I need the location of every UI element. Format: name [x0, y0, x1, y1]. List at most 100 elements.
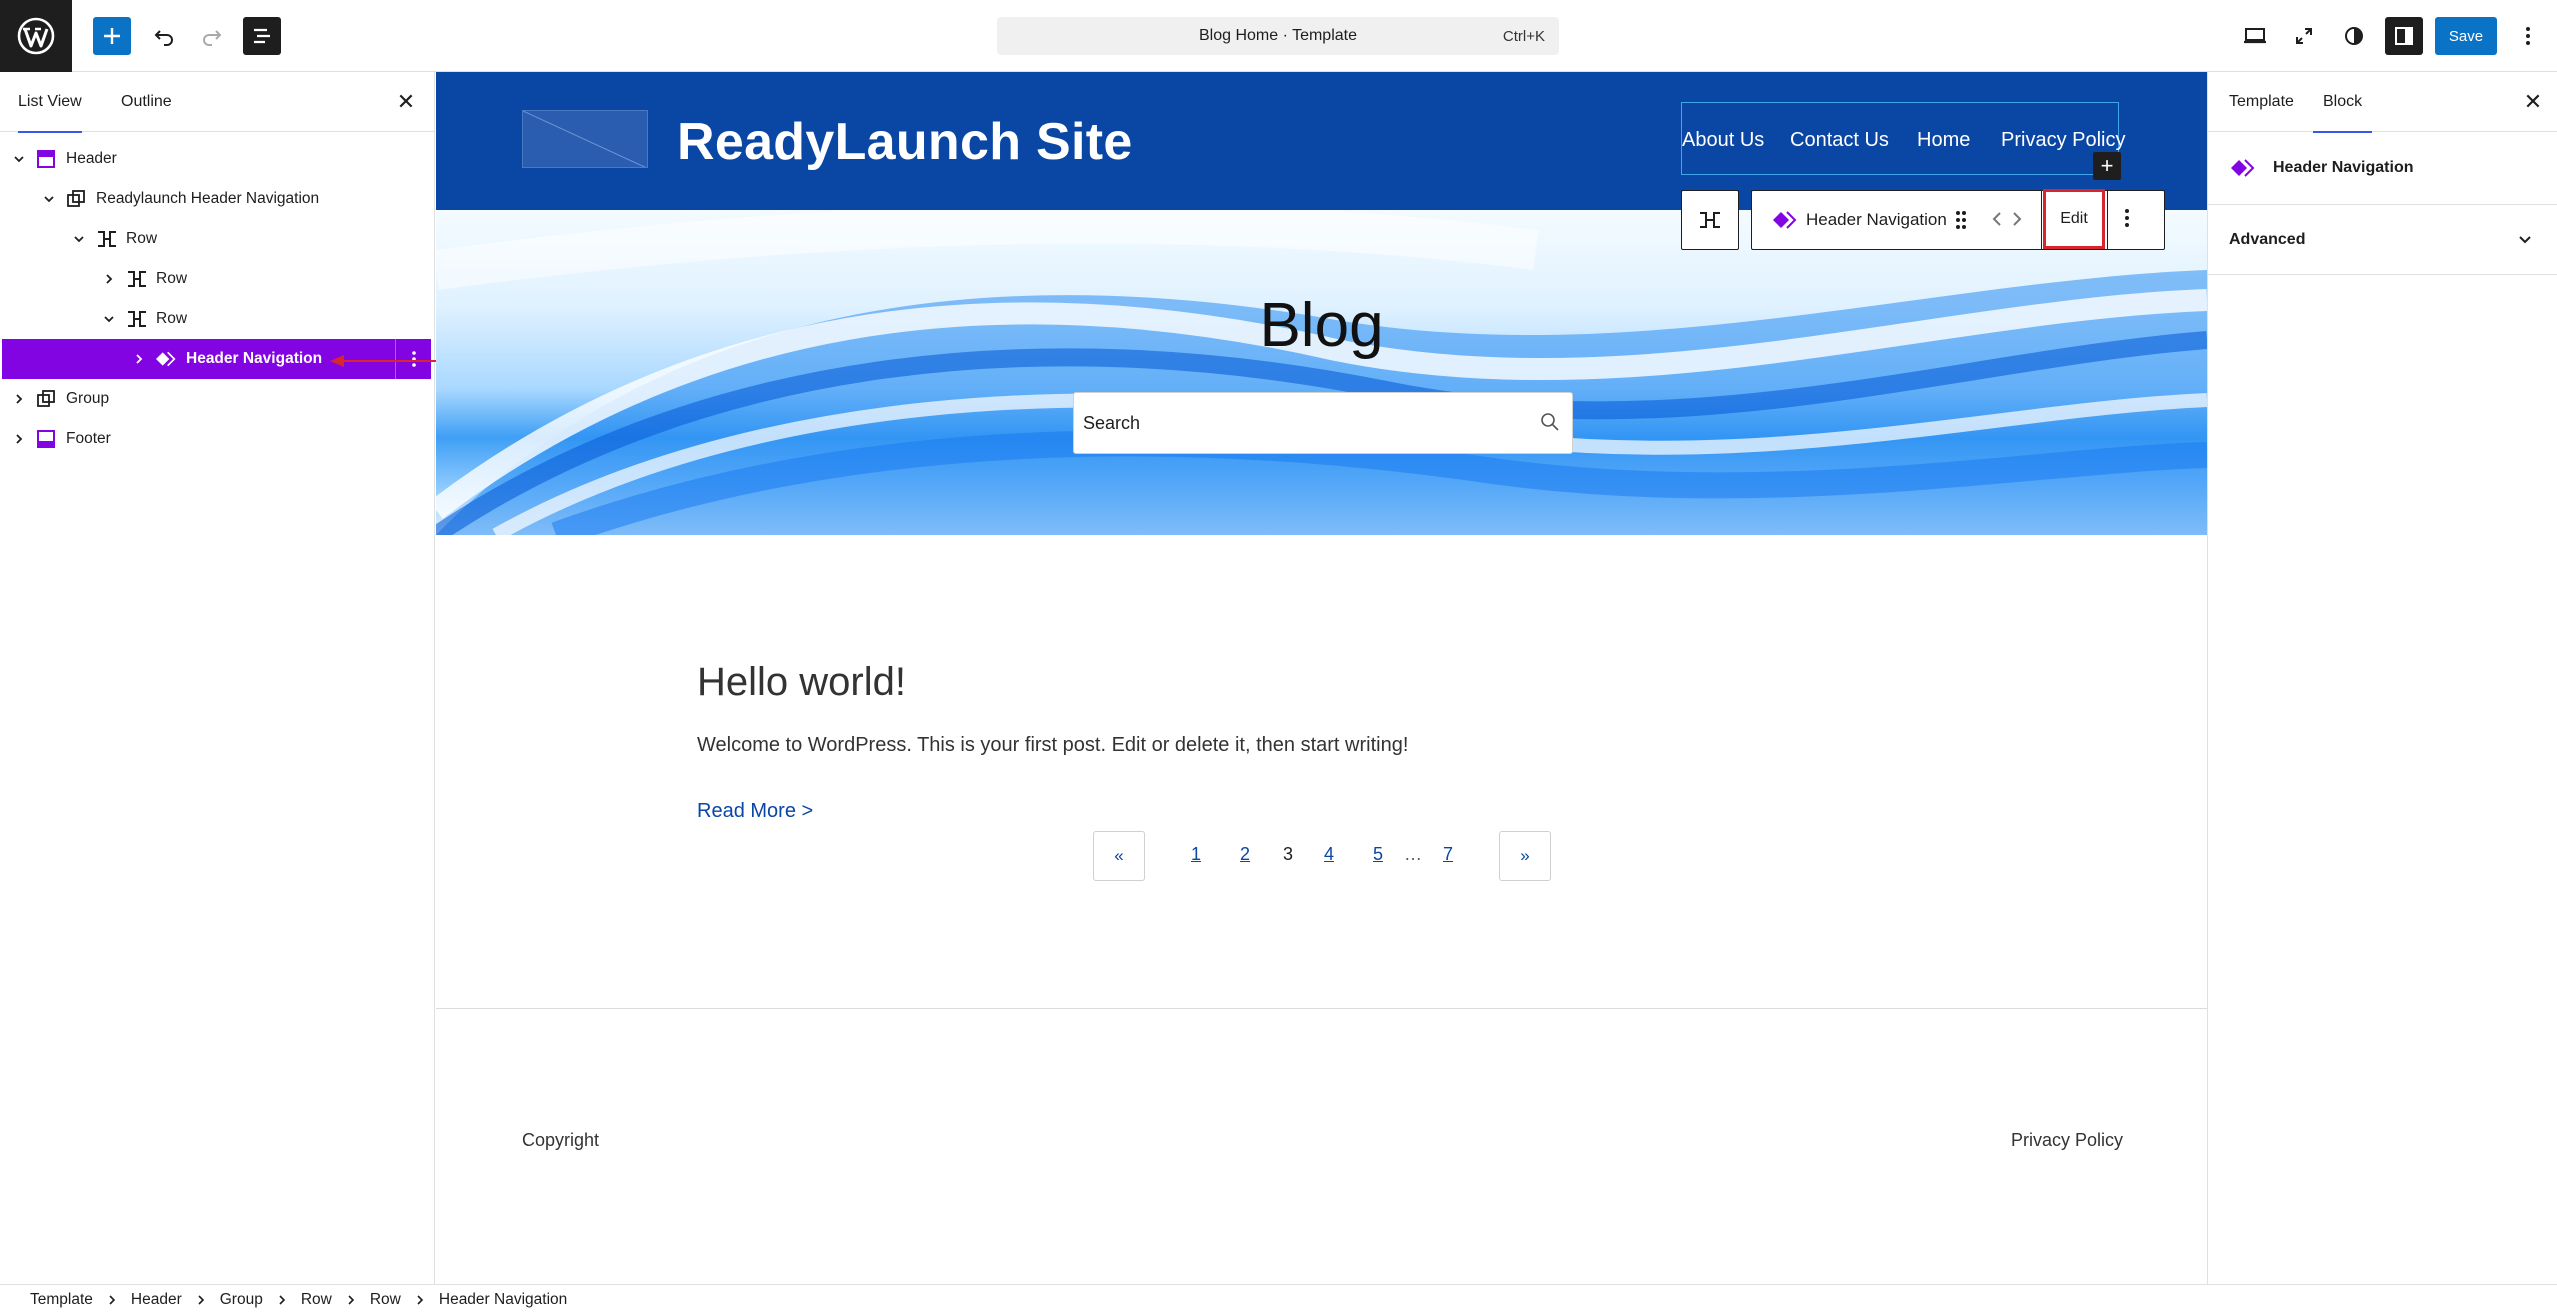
chevron-down-icon[interactable] [12, 152, 26, 166]
breadcrumb: Template Header Group Row Row Header Nav… [0, 1284, 2557, 1315]
chevron-down-icon[interactable] [72, 232, 86, 246]
footer-privacy-link[interactable]: Privacy Policy [2011, 1130, 2123, 1151]
desktop-preview-icon[interactable] [2236, 17, 2274, 55]
toolbar-divider [2041, 191, 2042, 249]
tab-template[interactable]: Template [2229, 72, 2294, 132]
chevron-right-icon[interactable] [102, 272, 116, 286]
tree-item-footer[interactable]: Footer [2, 419, 431, 459]
save-button[interactable]: Save [2435, 17, 2497, 55]
options-menu-icon[interactable] [2509, 17, 2547, 55]
tree-item-label: Header Navigation [186, 350, 323, 367]
search-placeholder: Search [1083, 412, 1141, 433]
drag-handle-icon[interactable] [1955, 209, 1967, 236]
command-palette-button[interactable]: Blog Home · Template Ctrl+K [997, 17, 1559, 55]
footer-divider [436, 1008, 2207, 1009]
block-card-title: Header Navigation [2273, 159, 2414, 176]
search-input[interactable]: Search [1073, 392, 1573, 454]
chevron-right-icon[interactable] [12, 392, 26, 406]
undo-button[interactable] [145, 17, 183, 55]
styles-contrast-icon[interactable] [2335, 17, 2373, 55]
settings-sidebar-toggle-icon[interactable] [2385, 17, 2423, 55]
tree-item-row[interactable]: Row [2, 299, 431, 339]
footer-copyright[interactable]: Copyright [522, 1130, 599, 1151]
move-arrows-icon[interactable] [1990, 207, 2024, 237]
breadcrumb-item[interactable]: Header Navigation [439, 1291, 567, 1309]
read-more-link[interactable]: Read More > [697, 800, 813, 823]
pagination-page[interactable]: 1 [1191, 844, 1201, 865]
pagination-ellipsis: … [1404, 844, 1422, 864]
tree-item-label: Header [66, 150, 117, 167]
row-icon [96, 229, 116, 249]
site-title[interactable]: ReadyLaunch Site [677, 112, 1133, 172]
tree-item-row[interactable]: Row [2, 259, 431, 299]
breadcrumb-item[interactable]: Row [301, 1291, 332, 1309]
breadcrumb-item[interactable]: Header [131, 1291, 182, 1309]
site-logo-placeholder[interactable] [522, 110, 648, 168]
blog-title[interactable]: Blog [436, 290, 2207, 361]
row-icon [126, 309, 146, 329]
right-panel-tabs: Template Block ✕ [2208, 72, 2557, 133]
nav-item-about-us[interactable]: About Us [1682, 129, 1764, 152]
tree-item-label: Row [126, 230, 158, 247]
add-block-button[interactable] [93, 17, 131, 55]
tree-item-label: Readylaunch Header Navigation [96, 190, 320, 207]
list-view-panel: List View Outline ✕ Header Readylaunch H… [0, 72, 435, 1284]
block-toolbar-name[interactable]: Header Navigation [1806, 210, 1947, 230]
tree-item-row[interactable]: Row [2, 219, 431, 259]
diamond-block-icon [156, 349, 176, 369]
close-icon[interactable]: ✕ [2520, 89, 2546, 115]
tree-item-group[interactable]: Group [2, 379, 431, 419]
edit-button[interactable]: Edit [2043, 189, 2105, 249]
search-icon[interactable] [1540, 412, 1560, 437]
post-excerpt[interactable]: Welcome to WordPress. This is your first… [697, 734, 1408, 757]
toolbar-divider [2107, 191, 2108, 249]
tree-item-header[interactable]: Header [2, 139, 431, 179]
fullscreen-icon[interactable] [2285, 17, 2323, 55]
tab-outline[interactable]: Outline [121, 72, 172, 132]
chevron-right-icon[interactable] [132, 352, 146, 366]
pagination-current-page: 3 [1283, 844, 1294, 864]
chevron-right-icon[interactable] [12, 432, 26, 446]
pagination-page[interactable]: 5 [1373, 844, 1383, 865]
advanced-panel-toggle[interactable]: Advanced [2208, 205, 2557, 275]
redo-button[interactable] [193, 17, 231, 55]
breadcrumb-item[interactable]: Row [370, 1291, 401, 1309]
add-nav-item-icon[interactable]: + [2093, 152, 2121, 180]
chevron-down-icon[interactable] [2518, 233, 2532, 252]
wordpress-logo-icon[interactable] [0, 0, 72, 72]
tab-block[interactable]: Block [2313, 72, 2373, 133]
pagination-next-button[interactable]: » [1499, 831, 1551, 881]
post-title[interactable]: Hello world! [697, 660, 906, 705]
pagination-page[interactable]: 2 [1240, 844, 1250, 865]
chevron-down-icon[interactable] [42, 192, 56, 206]
chevron-right-icon [108, 1294, 116, 1306]
template-part-icon [36, 149, 56, 169]
block-toolbar: Header Navigation Edit [1751, 189, 2165, 250]
tree-item-label: Row [156, 270, 188, 287]
tab-list-view[interactable]: List View [18, 72, 82, 133]
close-icon[interactable]: ✕ [393, 89, 419, 115]
tree-item-label: Row [156, 310, 188, 327]
breadcrumb-item[interactable]: Group [220, 1291, 263, 1309]
nav-item-privacy-policy[interactable]: Privacy Policy [2001, 129, 2125, 152]
document-overview-button[interactable] [243, 17, 281, 55]
nav-item-home[interactable]: Home [1917, 129, 1970, 152]
block-options-icon[interactable] [2124, 207, 2130, 234]
pagination-page[interactable]: 7 [1443, 844, 1453, 865]
tree-item-label: Group [66, 390, 110, 407]
command-title: Blog Home · Template [1199, 27, 1357, 44]
row-icon [126, 269, 146, 289]
chevron-down-icon[interactable] [102, 312, 116, 326]
pagination-previous-button[interactable]: « [1093, 831, 1145, 881]
editor-canvas: ReadyLaunch Site About Us Contact Us Hom… [436, 72, 2207, 1284]
nav-item-contact-us[interactable]: Contact Us [1790, 129, 1889, 152]
pagination-page[interactable]: 4 [1324, 844, 1334, 865]
chevron-right-icon [347, 1294, 355, 1306]
hero-cover-image[interactable] [436, 210, 2207, 535]
chevron-right-icon [416, 1294, 424, 1306]
diamond-block-icon[interactable] [1772, 207, 1798, 233]
breadcrumb-item[interactable]: Template [30, 1291, 93, 1309]
block-parent-selector[interactable] [1681, 190, 1739, 250]
advanced-label: Advanced [2229, 231, 2306, 248]
tree-item-readylaunch-header-navigation[interactable]: Readylaunch Header Navigation [2, 179, 431, 219]
